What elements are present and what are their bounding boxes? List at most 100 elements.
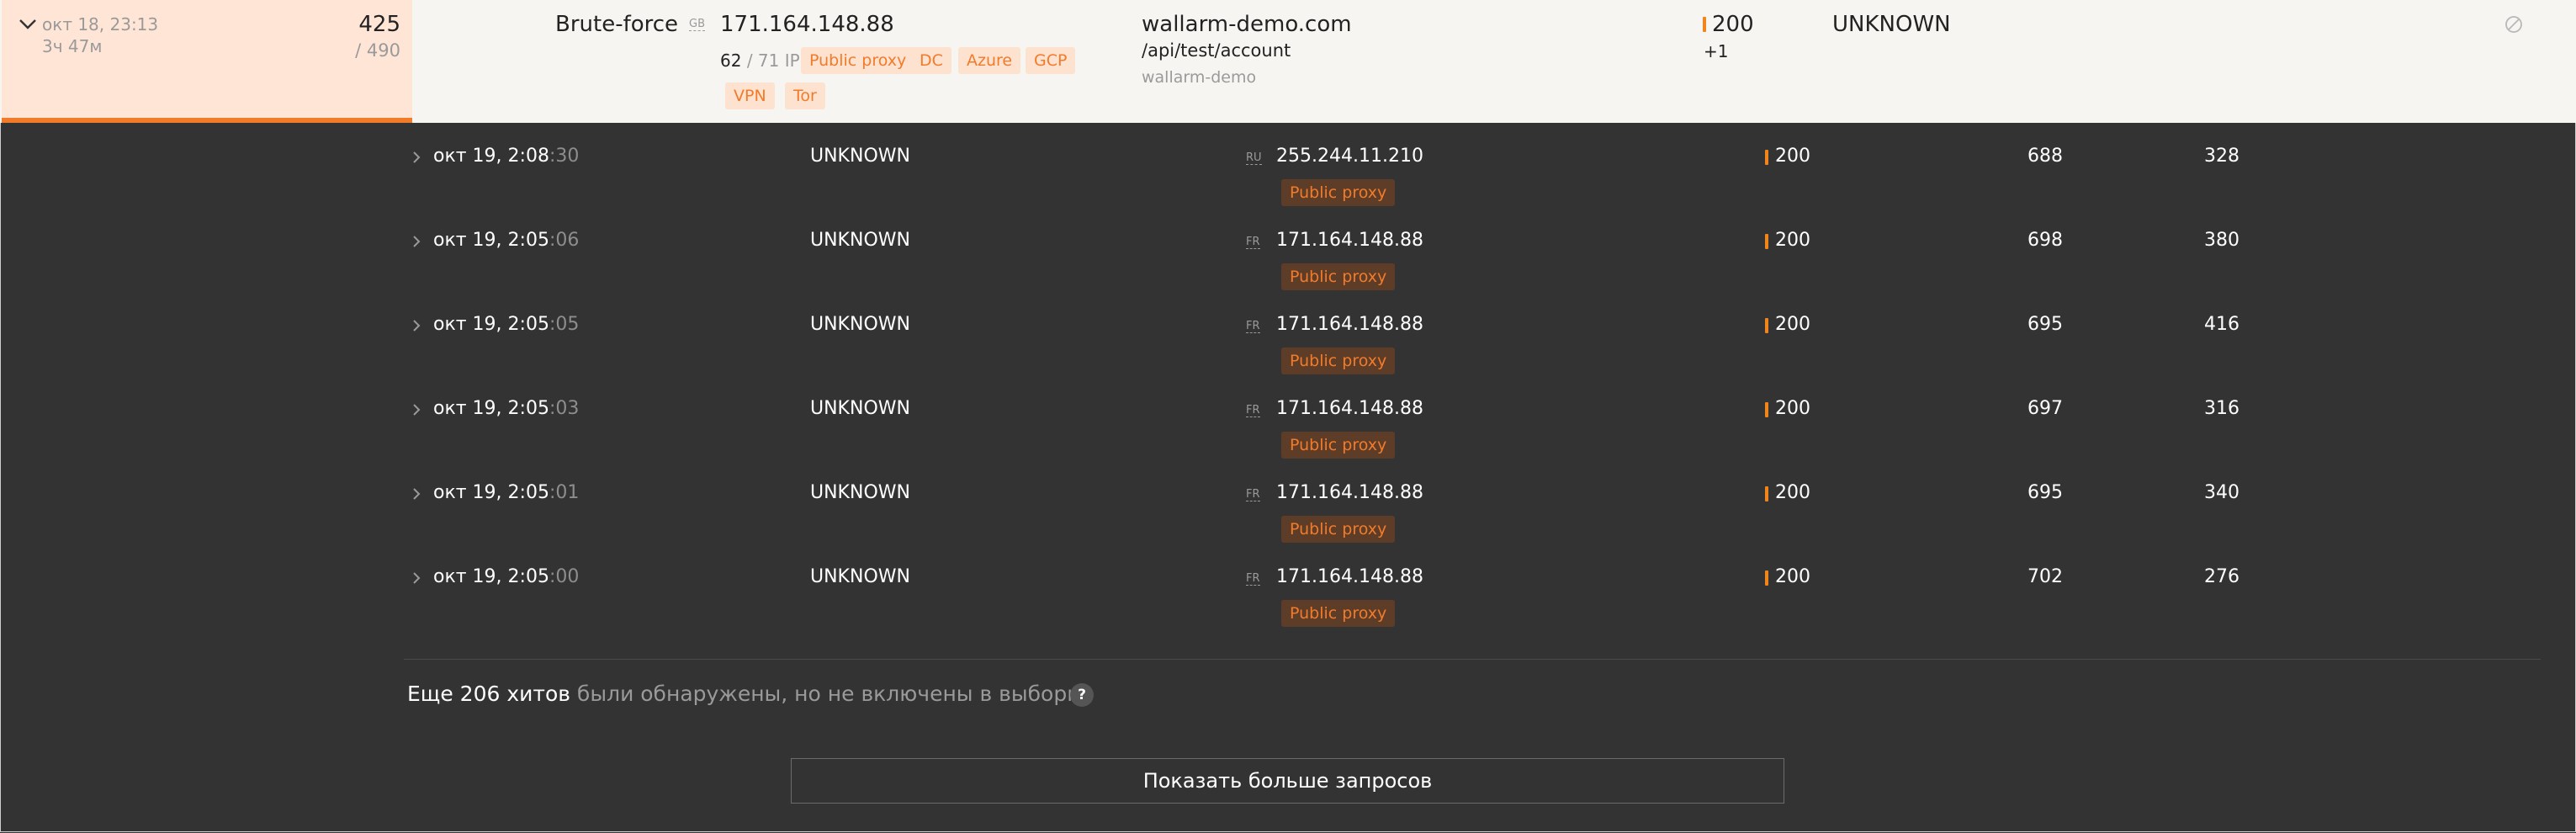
tag-public-proxy: Public proxy (1281, 432, 1396, 459)
selected-indicator (2, 118, 412, 123)
hits-total: / 490 (355, 40, 400, 61)
status-indicator (1703, 17, 1706, 32)
request-time: окт 19, 2:05:05 (433, 314, 579, 335)
request-time-main: окт 19, 2:05 (433, 482, 549, 503)
tag-gcp: GCP (1026, 47, 1076, 74)
request-row[interactable]: окт 19, 2:05:05 UNKNOWN FR 171.164.148.8… (404, 310, 2549, 395)
target-domain[interactable]: wallarm-demo.com (1142, 12, 1352, 37)
tag-azure: Azure (958, 47, 1021, 74)
target-path[interactable]: /api/test/account (1142, 40, 1291, 61)
request-time: окт 19, 2:05:00 (433, 566, 579, 587)
status-indicator (1765, 570, 1768, 586)
request-row[interactable]: окт 19, 2:05:01 UNKNOWN FR 171.164.148.8… (404, 479, 2549, 563)
attack-parameter: UNKNOWN (1832, 12, 1951, 37)
request-status: 200 (1775, 482, 1810, 503)
response-size: 697 (2027, 398, 2063, 419)
tag-tor: Tor (785, 82, 825, 109)
chevron-right-icon[interactable] (411, 401, 422, 418)
tag-public-proxy: Public proxy (1281, 600, 1396, 627)
request-row[interactable]: окт 19, 2:05:00 UNKNOWN FR 171.164.148.8… (404, 563, 2549, 647)
status-indicator (1765, 318, 1768, 333)
chevron-right-icon[interactable] (411, 233, 422, 250)
request-ip[interactable]: 171.164.148.88 (1276, 566, 1423, 587)
request-time-seconds: :00 (549, 566, 580, 587)
request-attack-type: UNKNOWN (810, 146, 910, 167)
response-status: 200 (1712, 12, 1754, 37)
omitted-hits-note: Еще 206 хитов были обнаружены, но не вкл… (407, 682, 1092, 706)
request-ip[interactable]: 255.244.11.210 (1276, 146, 1423, 167)
request-time-seconds: :01 (549, 482, 580, 503)
attack-row[interactable]: окт 18, 23:13 3ч 47м 425 / 490 Brute-for… (0, 0, 2576, 123)
country-code: GB (689, 18, 705, 31)
request-country-code: FR (1246, 236, 1260, 249)
tag-dc: DC (911, 47, 951, 74)
source-ip[interactable]: 171.164.148.88 (720, 12, 894, 37)
application-name: wallarm-demo (1142, 68, 1257, 87)
request-status: 200 (1775, 314, 1810, 335)
response-time: 316 (2204, 398, 2239, 419)
ip-count[interactable]: 62 / 71 IP (720, 50, 800, 71)
request-time-seconds: :06 (549, 230, 580, 251)
request-row[interactable]: окт 19, 2:08:30 UNKNOWN RU 255.244.11.21… (404, 142, 2549, 226)
chevron-right-icon[interactable] (411, 149, 422, 166)
response-time: 340 (2204, 482, 2239, 503)
request-time: окт 19, 2:05:06 (433, 230, 579, 251)
request-country-code: FR (1246, 572, 1260, 586)
response-size: 695 (2027, 314, 2063, 335)
chevron-right-icon[interactable] (411, 570, 422, 586)
request-row[interactable]: окт 19, 2:05:03 UNKNOWN FR 171.164.148.8… (404, 395, 2549, 479)
request-attack-type: UNKNOWN (810, 566, 910, 587)
request-ip[interactable]: 171.164.148.88 (1276, 398, 1423, 419)
status-indicator (1765, 234, 1768, 249)
chevron-down-icon[interactable] (17, 15, 39, 34)
request-row[interactable]: окт 19, 2:05:06 UNKNOWN FR 171.164.148.8… (404, 226, 2549, 310)
request-status: 200 (1775, 398, 1810, 419)
request-time-main: окт 19, 2:08 (433, 146, 549, 167)
attack-duration: 3ч 47м (42, 36, 103, 56)
chevron-right-icon[interactable] (411, 317, 422, 334)
request-country-code: FR (1246, 404, 1260, 417)
request-time-seconds: :03 (549, 398, 580, 419)
omitted-hits-count: Еще 206 хитов (407, 682, 570, 706)
status-more[interactable]: +1 (1704, 41, 1728, 61)
request-country-code: RU (1246, 151, 1262, 165)
request-country-code: FR (1246, 488, 1260, 501)
request-attack-type: UNKNOWN (810, 314, 910, 335)
attack-date: окт 18, 23:13 (42, 14, 159, 34)
help-icon[interactable]: ? (1070, 683, 1094, 707)
request-ip[interactable]: 171.164.148.88 (1276, 482, 1423, 503)
request-time: окт 19, 2:08:30 (433, 146, 579, 167)
response-size: 695 (2027, 482, 2063, 503)
request-time-seconds: :30 (549, 146, 580, 167)
request-attack-type: UNKNOWN (810, 482, 910, 503)
tag-public-proxy: Public proxy (1281, 348, 1396, 374)
response-size: 702 (2027, 566, 2063, 587)
request-country-code: FR (1246, 320, 1260, 333)
response-size: 698 (2027, 230, 2063, 251)
request-status: 200 (1775, 230, 1810, 251)
tag-public-proxy: Public proxy (1281, 263, 1396, 290)
request-time: окт 19, 2:05:01 (433, 482, 579, 503)
show-more-button[interactable]: Показать больше запросов (791, 758, 1784, 804)
response-time: 380 (2204, 230, 2239, 251)
chevron-right-icon[interactable] (411, 485, 422, 502)
divider (404, 659, 2541, 660)
omitted-hits-text: были обнаружены, но не включены в выборк… (570, 682, 1093, 706)
attack-type: Brute-force (555, 12, 679, 37)
hits-count: 425 (358, 12, 400, 37)
request-time-main: окт 19, 2:05 (433, 398, 549, 419)
request-attack-type: UNKNOWN (810, 230, 910, 251)
response-size: 688 (2027, 146, 2063, 167)
request-attack-type: UNKNOWN (810, 398, 910, 419)
tag-public-proxy: Public proxy (801, 47, 915, 74)
request-status: 200 (1775, 146, 1810, 167)
response-time: 416 (2204, 314, 2239, 335)
request-ip[interactable]: 171.164.148.88 (1276, 314, 1423, 335)
block-icon[interactable] (2504, 15, 2523, 34)
request-time-main: окт 19, 2:05 (433, 230, 549, 251)
request-ip[interactable]: 171.164.148.88 (1276, 230, 1423, 251)
status-indicator (1765, 486, 1768, 501)
ip-count-value: 62 (720, 50, 742, 71)
status-indicator (1765, 402, 1768, 417)
status-indicator (1765, 150, 1768, 165)
